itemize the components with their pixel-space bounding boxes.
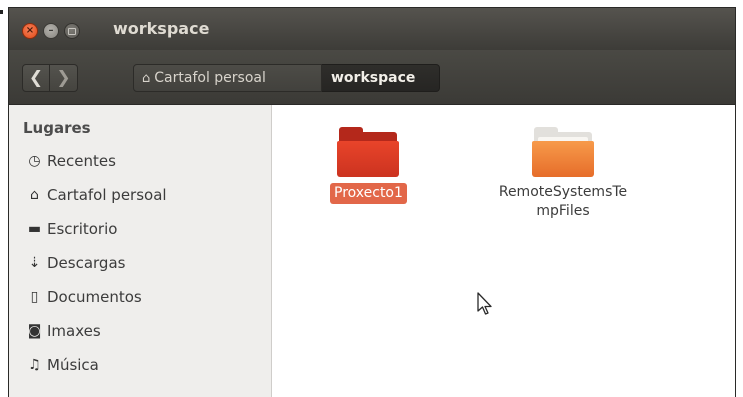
window-edge-marker xyxy=(0,10,3,14)
maximize-button[interactable] xyxy=(64,23,80,39)
sidebar-item-label: Descargas xyxy=(47,254,126,272)
title-bar[interactable]: × – workspace xyxy=(9,8,735,50)
desktop-folder-icon: ▬ xyxy=(27,221,42,237)
sidebar-item-musica[interactable]: ♫ Música xyxy=(27,351,99,379)
folder-item[interactable]: RemoteSystemsTe mpFiles xyxy=(478,127,648,221)
forward-button[interactable]: ❯ xyxy=(50,64,78,92)
sidebar-item-imaxes[interactable]: ◙ Imaxes xyxy=(27,317,101,345)
document-icon: ▯ xyxy=(30,289,39,305)
sidebar-item-label: Recentes xyxy=(47,152,116,170)
sidebar-item-recentes[interactable]: ◷ Recentes xyxy=(27,147,116,175)
toolbar: ❮ ❯ ⌂ Cartafol persoal workspace xyxy=(9,50,735,105)
home-icon: ⌂ xyxy=(30,187,39,203)
clock-icon: ◷ xyxy=(28,153,41,169)
sidebar-item-escritorio[interactable]: ▬ Escritorio xyxy=(27,215,118,243)
sidebar-item-documentos[interactable]: ▯ Documentos xyxy=(27,283,142,311)
sidebar-item-descargas[interactable]: ⇣ Descargas xyxy=(27,249,126,277)
back-button[interactable]: ❮ xyxy=(22,64,50,92)
folder-name: Proxecto1 xyxy=(330,183,407,204)
breadcrumb-workspace[interactable]: workspace xyxy=(322,64,440,92)
folder-item[interactable]: Proxecto1 xyxy=(330,127,407,204)
mouse-pointer-icon xyxy=(477,292,492,315)
minimize-icon: – xyxy=(48,25,54,36)
music-icon: ♫ xyxy=(28,357,41,373)
sidebar-item-cartafol-persoal[interactable]: ⌂ Cartafol persoal xyxy=(27,181,167,209)
breadcrumb-label: workspace xyxy=(331,70,416,86)
chevron-left-icon: ❮ xyxy=(28,68,44,88)
sidebar-item-label: Escritorio xyxy=(47,220,118,238)
sidebar-item-label: Cartafol persoal xyxy=(47,186,167,204)
download-icon: ⇣ xyxy=(28,255,41,271)
home-icon: ⌂ xyxy=(142,70,151,86)
sidebar-heading: Lugares xyxy=(23,119,91,137)
breadcrumb-label: Cartafol persoal xyxy=(154,70,266,86)
close-icon: × xyxy=(25,25,35,36)
sidebar-item-label: Documentos xyxy=(47,288,142,306)
sidebar-item-label: Imaxes xyxy=(47,322,101,340)
breadcrumb-home[interactable]: ⌂ Cartafol persoal xyxy=(133,64,322,92)
minimize-button[interactable]: – xyxy=(43,23,59,39)
file-manager-window: × – workspace ❮ ❯ ⌂ Cartafol persoal wor… xyxy=(8,7,736,397)
folder-icon xyxy=(532,127,594,177)
folder-icon xyxy=(337,127,400,177)
sidebar-item-label: Música xyxy=(47,356,99,374)
close-button[interactable]: × xyxy=(22,23,38,39)
folder-name: RemoteSystemsTe mpFiles xyxy=(498,184,628,219)
window-title: workspace xyxy=(113,19,210,38)
maximize-icon xyxy=(68,27,76,35)
camera-icon: ◙ xyxy=(27,323,42,339)
file-view[interactable]: Proxecto1 RemoteSystemsTe mpFiles xyxy=(272,105,735,397)
chevron-right-icon: ❯ xyxy=(56,68,71,88)
sidebar: Lugares ◷ Recentes ⌂ Cartafol persoal ▬ … xyxy=(9,105,272,397)
